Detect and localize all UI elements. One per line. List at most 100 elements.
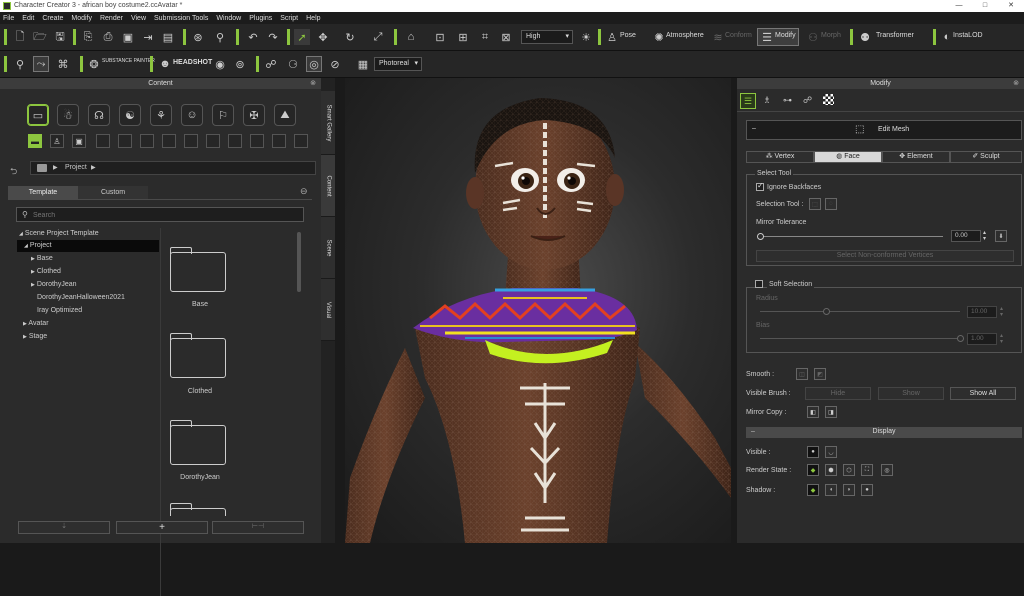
- snapshot-icon[interactable]: ⊛: [190, 29, 206, 45]
- tab-scene[interactable]: Scene: [321, 217, 335, 279]
- vertex-tab[interactable]: ⁂ Vertex: [746, 151, 814, 163]
- export-doc-icon[interactable]: ⎘: [80, 29, 96, 45]
- save-icon[interactable]: 🖫: [52, 29, 68, 45]
- empty-slot-6[interactable]: [206, 134, 220, 148]
- texture-tab-icon[interactable]: [823, 94, 834, 105]
- menu-help[interactable]: Help: [306, 15, 320, 22]
- menu-render[interactable]: Render: [100, 15, 123, 22]
- hide-button[interactable]: Hide: [805, 387, 871, 400]
- tab-template[interactable]: Template: [8, 186, 78, 199]
- atmosphere-button[interactable]: Atmosphere: [666, 32, 704, 39]
- menu-view[interactable]: View: [131, 15, 146, 22]
- show-button[interactable]: Show: [878, 387, 944, 400]
- folder-thumb-partial[interactable]: [168, 502, 228, 516]
- mirror-copy-right[interactable]: ◨: [825, 406, 837, 418]
- mesh-tab-icon[interactable]: ⊶: [783, 95, 792, 106]
- mirror-tolerance-track[interactable]: [760, 236, 943, 237]
- transformer-icon[interactable]: ⚉: [857, 29, 873, 45]
- shadow-cast-icon[interactable]: ◖: [825, 484, 837, 496]
- grid-icon[interactable]: ⊠: [498, 29, 514, 45]
- visible-off-icon[interactable]: ◡: [825, 446, 837, 458]
- pose-button[interactable]: Pose: [620, 32, 636, 39]
- mirror-tolerance-reset[interactable]: ⬇: [995, 230, 1007, 242]
- character-category-icon[interactable]: ☃: [57, 104, 79, 126]
- new-file-icon[interactable]: 🗋: [12, 29, 28, 45]
- tab-content[interactable]: Content: [321, 155, 335, 217]
- folder-thumb-base[interactable]: [168, 246, 228, 294]
- export-icon[interactable]: ⇥: [140, 29, 156, 45]
- folder-thumb-dorothyjean[interactable]: [168, 419, 228, 467]
- cloth-category-icon[interactable]: ⚘: [150, 104, 172, 126]
- mirror-tolerance-spinner[interactable]: ▴ ▾: [983, 230, 986, 242]
- project-category-icon[interactable]: ▭: [27, 104, 49, 126]
- mirror-copy-left[interactable]: ◧: [807, 406, 819, 418]
- tab-custom[interactable]: Custom: [78, 186, 148, 199]
- menu-window[interactable]: Window: [216, 15, 241, 22]
- render-textured-icon[interactable]: ⬢: [825, 464, 837, 476]
- render-xray-icon[interactable]: ◎: [881, 464, 893, 476]
- radius-knob[interactable]: [823, 308, 830, 315]
- bias-track[interactable]: [760, 338, 960, 339]
- collapse-icon[interactable]: ⊖: [300, 186, 308, 197]
- mirror-tolerance-value[interactable]: 0.00: [951, 230, 981, 242]
- modify-button[interactable]: Modify: [775, 32, 796, 39]
- empty-slot-2[interactable]: [118, 134, 132, 148]
- select-nonconformed-button[interactable]: Select Non-conformed Vertices: [756, 250, 1014, 262]
- shadow-full-icon[interactable]: ◆: [807, 484, 819, 496]
- 3d-viewport[interactable]: [345, 78, 731, 543]
- tab-visual[interactable]: Visual: [321, 279, 335, 341]
- render-wire-icon[interactable]: ⬡: [843, 464, 855, 476]
- empty-slot-8[interactable]: [250, 134, 264, 148]
- head-icon[interactable]: ◉: [212, 56, 228, 72]
- empty-slot-10[interactable]: [294, 134, 308, 148]
- undo-icon[interactable]: ↶: [245, 29, 261, 45]
- quality-select[interactable]: High ▾: [521, 30, 573, 44]
- smooth-button-2[interactable]: ◩: [814, 368, 826, 380]
- redo-icon[interactable]: ↷: [265, 29, 281, 45]
- menu-submission-tools[interactable]: Submission Tools: [154, 15, 208, 22]
- scene-category-icon[interactable]: ⛰: [274, 104, 296, 126]
- figure-filter-icon[interactable]: ♙: [50, 134, 64, 148]
- headshot-button[interactable]: HEADSHOT: [173, 59, 212, 66]
- open-folder-icon[interactable]: 🗁: [32, 29, 48, 45]
- empty-slot-5[interactable]: [184, 134, 198, 148]
- bias-value[interactable]: 1.00: [967, 333, 997, 345]
- empty-slot-3[interactable]: [140, 134, 154, 148]
- element-tab[interactable]: ✥ Element: [882, 151, 950, 163]
- conform-button[interactable]: Conform: [725, 32, 752, 39]
- display-section-header[interactable]: – Display: [746, 427, 1022, 438]
- mirror-tolerance-knob[interactable]: [757, 233, 764, 240]
- sliders-tab-icon[interactable]: ☰: [740, 93, 756, 109]
- character-icon[interactable]: ⚲: [212, 29, 228, 45]
- menu-modify[interactable]: Modify: [71, 15, 92, 22]
- light-icon[interactable]: ☀: [578, 29, 594, 45]
- tree-item-clothed[interactable]: ▶ Clothed: [31, 266, 171, 278]
- menu-edit[interactable]: Edit: [22, 15, 34, 22]
- substance-painter-button[interactable]: SUBSTANCE PAINTER: [102, 59, 155, 64]
- render-icon[interactable]: ▤: [160, 29, 176, 45]
- modify-icon[interactable]: ☰: [759, 29, 775, 45]
- target-icon[interactable]: ◎: [306, 56, 322, 72]
- search-box[interactable]: ⚲: [16, 207, 304, 222]
- resize-button[interactable]: ⊢⊣: [212, 521, 304, 534]
- tree-item-iray-optimized[interactable]: Iray Optimized: [37, 305, 177, 317]
- breadcrumb-next-icon[interactable]: ▶: [91, 164, 96, 171]
- image-filter-icon[interactable]: ▣: [72, 134, 86, 148]
- inspect-icon[interactable]: ⚆: [285, 56, 301, 72]
- visible-on-icon[interactable]: ●: [807, 446, 819, 458]
- morph-button[interactable]: Morph: [821, 32, 841, 39]
- tree-item-dorothyjean[interactable]: ▶ DorothyJean: [31, 279, 171, 291]
- close-modify-icon[interactable]: ⊗: [1013, 78, 1019, 89]
- minimize-button[interactable]: —: [948, 0, 970, 12]
- instalod-button[interactable]: InstaLOD: [953, 32, 983, 39]
- render-mode-select[interactable]: Photoreal ▾: [374, 57, 422, 71]
- transformer-button[interactable]: Transformer: [876, 32, 914, 39]
- back-icon[interactable]: ⮌: [10, 164, 17, 180]
- shadow-receive-icon[interactable]: ◗: [843, 484, 855, 496]
- render-shaded-icon[interactable]: ◆: [807, 464, 819, 476]
- ignore-backfaces-checkbox[interactable]: ✓: [756, 181, 764, 191]
- tree-item-scene-template[interactable]: ◢ Scene Project Template: [19, 228, 159, 240]
- substance-painter-icon[interactable]: ❂: [86, 56, 102, 72]
- radius-value[interactable]: 10.00: [967, 306, 997, 318]
- zoom-extents-icon[interactable]: ⊞: [455, 29, 471, 45]
